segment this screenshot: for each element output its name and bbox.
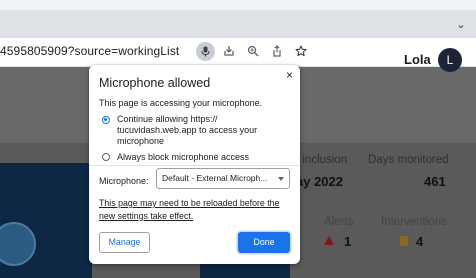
allow-option-line-3[interactable]: microphone bbox=[117, 136, 164, 147]
intervention-icon bbox=[400, 236, 408, 246]
allow-option-line-1[interactable]: Continue allowing https:// bbox=[117, 114, 218, 125]
days-monitored-label: Days monitored bbox=[368, 154, 449, 166]
days-monitored-value: 461 bbox=[424, 174, 446, 189]
user-name: Lola bbox=[404, 52, 431, 67]
install-icon[interactable] bbox=[219, 41, 239, 61]
interventions-label: Interventions bbox=[381, 216, 447, 228]
alerts-label: Alerts bbox=[324, 216, 354, 228]
microphone-select[interactable]: Default - External Microph... bbox=[156, 168, 290, 189]
interventions-value: 4 bbox=[416, 234, 424, 249]
zoom-icon[interactable] bbox=[243, 41, 263, 61]
url-text[interactable]: 4595805909?source=workingList bbox=[0, 44, 179, 58]
close-icon[interactable]: × bbox=[286, 68, 293, 82]
block-radio[interactable] bbox=[102, 153, 110, 161]
tab-strip: ⌄ bbox=[0, 0, 476, 38]
share-icon[interactable] bbox=[267, 41, 287, 61]
inclusion-value: ay 2022 bbox=[296, 174, 343, 189]
popup-title: Microphone allowed bbox=[99, 76, 211, 90]
done-button[interactable]: Done bbox=[238, 232, 290, 253]
manage-button[interactable]: Manage bbox=[99, 232, 150, 253]
inclusion-label: f inclusion bbox=[296, 154, 348, 166]
microphone-permission-popup: Microphone allowed × This page is access… bbox=[89, 65, 300, 264]
avatar[interactable]: L bbox=[438, 48, 462, 72]
allow-option-line-2[interactable]: tucuvidash.web.app to access your bbox=[117, 125, 257, 136]
reload-note-line-1: This page may need to be reloaded before… bbox=[99, 198, 280, 208]
microphone-label: Microphone: bbox=[99, 176, 149, 186]
microphone-icon[interactable] bbox=[196, 42, 215, 61]
block-option[interactable]: Always block microphone access bbox=[117, 152, 249, 163]
microphone-select-value: Default - External Microph... bbox=[162, 173, 268, 183]
reload-note: This page may need to be reloaded before… bbox=[99, 197, 289, 222]
divider bbox=[89, 165, 300, 166]
popup-subtitle: This page is accessing your microphone. bbox=[99, 98, 263, 108]
allow-radio[interactable] bbox=[102, 116, 110, 124]
bookmark-star-icon[interactable] bbox=[291, 41, 311, 61]
reload-note-line-2: new settings take effect. bbox=[99, 210, 194, 221]
alerts-value: 1 bbox=[344, 234, 352, 249]
alert-icon bbox=[324, 236, 334, 245]
tab-search-chevron-icon[interactable]: ⌄ bbox=[454, 18, 468, 32]
omnibox-icons bbox=[196, 41, 311, 63]
chevron-down-icon bbox=[278, 177, 284, 181]
